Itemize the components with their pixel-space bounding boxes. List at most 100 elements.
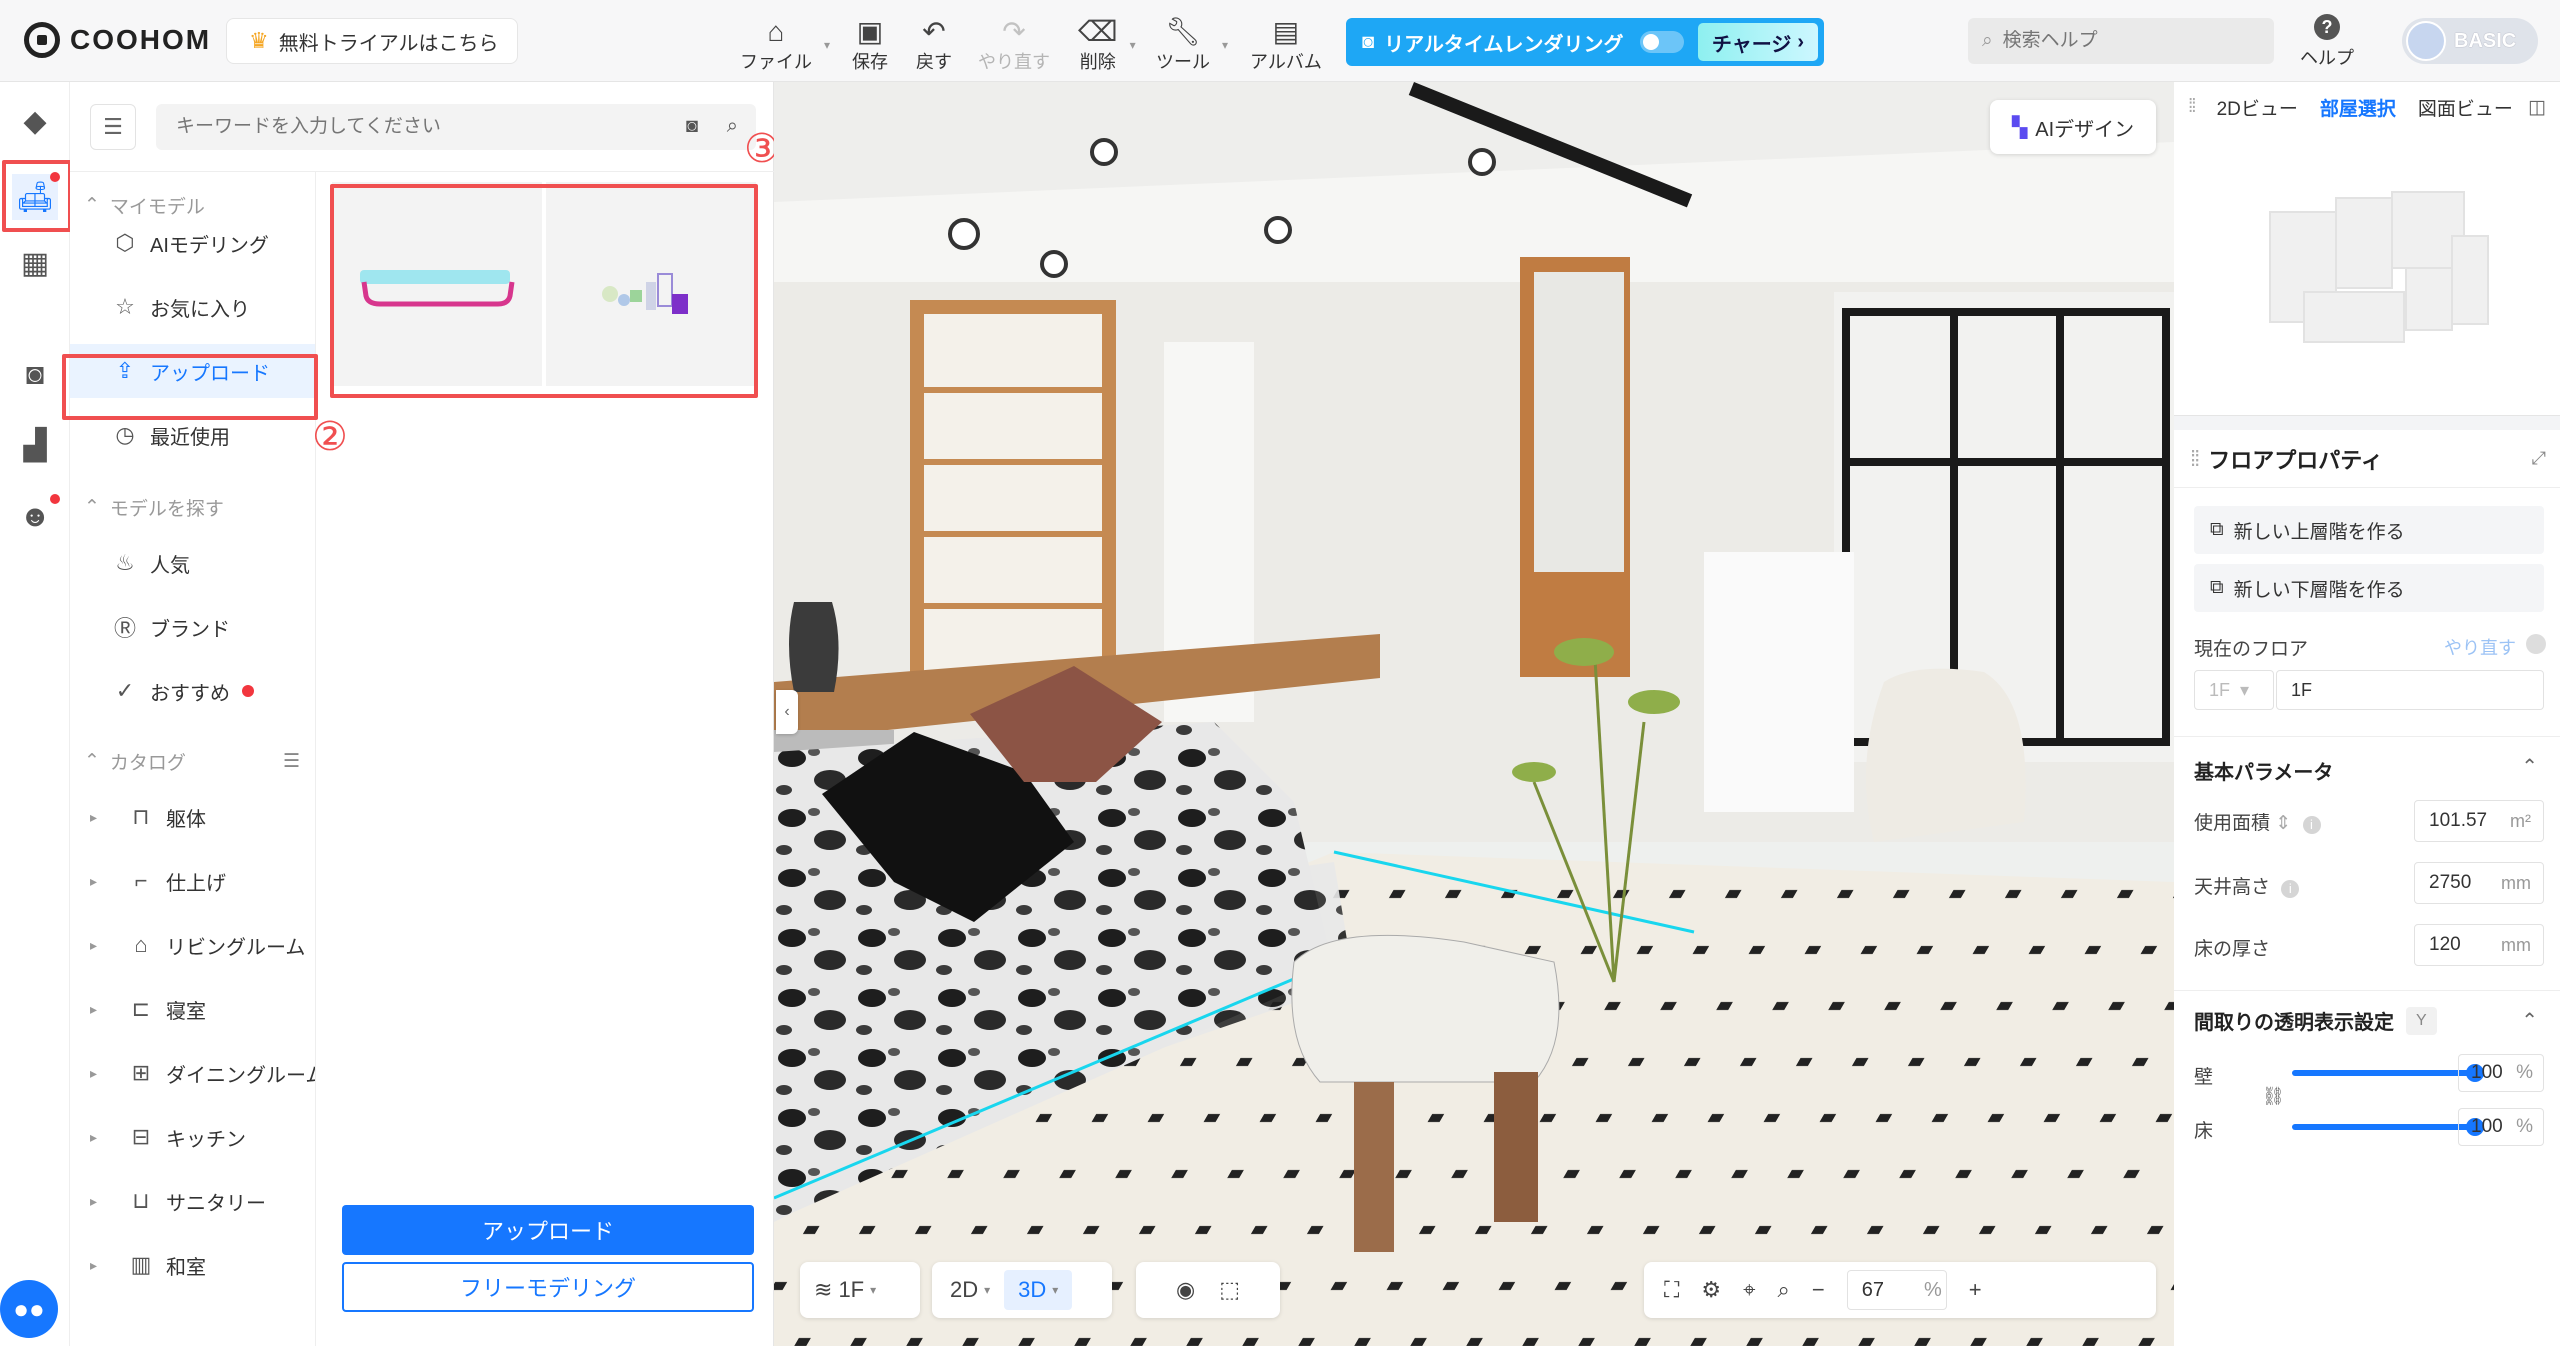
floorplan-minimap[interactable] xyxy=(2174,132,2560,416)
item-label: リビングルーム xyxy=(166,936,306,959)
coohom-logo[interactable]: COOHOM xyxy=(24,18,211,62)
rail-model-icon[interactable]: ◆ xyxy=(12,98,58,144)
item-ai-modeling[interactable]: ⬡ AIモデリング xyxy=(110,216,310,270)
filter-icon[interactable]: ☰ xyxy=(283,750,300,773)
floor-thickness-field[interactable]: 120 mm xyxy=(2414,924,2544,966)
catalog-japanese-room[interactable]: ▸ ▥ 和室 xyxy=(90,1238,315,1292)
tab-drawing-view[interactable]: 図面ビュー xyxy=(2418,94,2513,121)
image-search-icon[interactable]: ◙ xyxy=(686,115,698,138)
item-label: ブランド xyxy=(150,618,230,641)
expand-icon[interactable]: ⤢ xyxy=(2532,448,2546,469)
drag-handle-icon[interactable]: ⁞⁞ xyxy=(2190,446,2200,472)
tab-2d-view[interactable]: 2Dビュー xyxy=(2217,94,2298,121)
chat-support-icon[interactable]: ●● xyxy=(0,1280,58,1338)
cube-icon: ⬡ xyxy=(115,230,135,255)
item-brand[interactable]: Ⓡ ブランド xyxy=(110,600,310,654)
new-upper-floor-button[interactable]: ⧉ 新しい上層階を作る xyxy=(2194,506,2544,554)
realtime-rendering-toggle[interactable] xyxy=(1639,31,1684,53)
upload-button[interactable]: アップロード xyxy=(342,1205,754,1255)
chevron-up-icon: ⌃ xyxy=(84,497,100,518)
account-badge[interactable]: BASIC xyxy=(2402,18,2538,64)
file-label: ファイル xyxy=(740,52,812,72)
collapse-panel-button[interactable]: ☰ xyxy=(90,104,136,150)
tools-label: ツール xyxy=(1156,52,1210,72)
collapse-library-handle[interactable]: ‹ xyxy=(776,690,798,734)
floor-name-input[interactable]: 1F xyxy=(2276,670,2544,710)
tab-room-select[interactable]: 部屋選択 xyxy=(2320,94,2396,121)
item-favorites[interactable]: ☆ お気に入り xyxy=(110,280,310,334)
catalog-bedroom[interactable]: ▸ ⊏ 寝室 xyxy=(90,982,315,1036)
zoom-out-button[interactable]: − xyxy=(1812,1277,1825,1303)
catalog-structure[interactable]: ▸ ⊓ 躯体 xyxy=(90,790,315,844)
redo-button[interactable]: ↷ やり直す xyxy=(978,10,1050,74)
tools-menu-button[interactable]: 🔧︎ ツール ▾ xyxy=(1156,10,1228,74)
minimap-tabs: ⁞⁞ 2Dビュー 部屋選択 図面ビュー ◫ xyxy=(2174,82,2560,132)
3d-viewport[interactable] xyxy=(774,82,2174,1346)
catalog-sanitary[interactable]: ▸ ⊔ サニタリー xyxy=(90,1174,315,1228)
save-button[interactable]: ▣ 保存 xyxy=(852,10,888,74)
catalog-kitchen[interactable]: ▸ ⊟ キッチン xyxy=(90,1110,315,1164)
catalog-finish[interactable]: ▸ ⌐ 仕上げ xyxy=(90,854,315,908)
floor-select-value: 1F xyxy=(838,1277,865,1302)
keyword-search-input[interactable] xyxy=(176,116,646,138)
eye-icon[interactable]: ◉ xyxy=(1176,1277,1195,1303)
help-button[interactable]: ? ヘルプ xyxy=(2300,14,2354,70)
catalog-dining-room[interactable]: ▸ ⊞ ダイニングルーム xyxy=(90,1046,315,1100)
wall-opacity-slider[interactable] xyxy=(2292,1064,2484,1082)
current-floor-label: 現在のフロア xyxy=(2194,639,2309,660)
redo-icon: ↷ xyxy=(1002,16,1026,47)
pin-icon[interactable]: ◫ xyxy=(2528,96,2546,119)
new-lower-floor-button[interactable]: ⧉ 新しい下層階を作る xyxy=(2194,564,2544,612)
interior-scene xyxy=(774,82,2174,1346)
rail-floorplan-icon[interactable]: ▦ xyxy=(12,240,58,286)
help-search-input[interactable] xyxy=(2002,30,2243,52)
delete-button[interactable]: ⌫ 削除 ▾ xyxy=(1078,10,1136,74)
realtime-rendering-button[interactable]: ◙ リアルタイムレンダリング チャージ › xyxy=(1346,18,1824,66)
link-icon[interactable]: ⛓ xyxy=(2262,1086,2285,1107)
floor-select[interactable]: ≋ 1F ▾ xyxy=(800,1270,890,1310)
camera-settings-icon[interactable]: ⚙ xyxy=(1701,1277,1721,1303)
ai-design-button[interactable]: ▚ AIデザイン xyxy=(1990,100,2156,154)
floor-opacity-slider[interactable] xyxy=(2292,1118,2484,1136)
search-icon[interactable]: ⌕ xyxy=(727,115,738,138)
chevron-up-icon[interactable]: ⌃ xyxy=(2521,754,2538,779)
area-field[interactable]: 101.57 m² xyxy=(2414,800,2544,842)
fit-view-icon[interactable]: ⛶ xyxy=(1664,1277,1679,1303)
basic-params-title[interactable]: 基本パラメータ xyxy=(2194,756,2333,785)
zoom-in-button[interactable]: + xyxy=(1969,1277,1982,1303)
undo-button[interactable]: ↶ 戻す xyxy=(916,10,952,74)
item-popular[interactable]: ♨ 人気 xyxy=(110,536,310,590)
cube-view-icon[interactable]: ⬚ xyxy=(1219,1277,1240,1303)
undo-label: 戻す xyxy=(916,52,952,72)
album-button[interactable]: ▤ アルバム xyxy=(1250,10,1322,74)
wall-opacity-field[interactable]: 100 % xyxy=(2458,1054,2544,1092)
mode-3d-button[interactable]: 3D ▾ xyxy=(1004,1270,1073,1310)
focus-icon[interactable]: ⌖ xyxy=(1743,1277,1755,1303)
rail-camera-icon[interactable]: ◙ xyxy=(12,352,58,398)
charge-button[interactable]: チャージ › xyxy=(1697,23,1818,61)
floor-number-select[interactable]: 1F ▾ xyxy=(2194,670,2274,710)
zoom-level-input[interactable]: 67 % xyxy=(1846,1270,1947,1310)
catalog-living-room[interactable]: ▸ ⌂ リビングルーム xyxy=(90,918,315,972)
layer-add-icon: ⧉ xyxy=(2210,577,2224,598)
free-modeling-button[interactable]: フリーモデリング xyxy=(342,1262,754,1312)
chevron-up-icon[interactable]: ⌃ xyxy=(2521,1008,2538,1033)
file-menu-button[interactable]: ⌂ ファイル ▾ xyxy=(740,10,830,74)
notification-dot xyxy=(242,685,254,697)
floor-selector[interactable]: ≋ 1F ▾ xyxy=(800,1262,920,1318)
group-find-models[interactable]: ⌃ モデルを探す xyxy=(84,494,314,521)
group-catalog[interactable]: ⌃ カタログ ☰ xyxy=(84,748,314,775)
transparency-title[interactable]: 間取りの透明表示設定 Y xyxy=(2194,1006,2437,1035)
floor-opacity-field[interactable]: 100 % xyxy=(2458,1108,2544,1146)
drag-handle-icon[interactable]: ⁞⁞ xyxy=(2188,96,2196,118)
mode-2d-button[interactable]: 2D ▾ xyxy=(936,1270,1004,1310)
zoom-search-icon[interactable]: ⌕ xyxy=(1778,1277,1790,1303)
redo-floor-link[interactable]: やり直す xyxy=(2444,634,2516,660)
free-trial-button[interactable]: ♛ 無料トライアルはこちら xyxy=(226,18,518,64)
item-recommended[interactable]: ✓ おすすめ xyxy=(110,664,310,718)
group-my-models[interactable]: ⌃ マイモデル xyxy=(84,192,314,219)
ceiling-height-field[interactable]: 2750 mm xyxy=(2414,862,2544,904)
area-label-text: 使用面積 xyxy=(2194,813,2271,834)
save-icon: ▣ xyxy=(856,16,884,47)
rail-material-icon[interactable]: ▟ xyxy=(12,422,58,468)
